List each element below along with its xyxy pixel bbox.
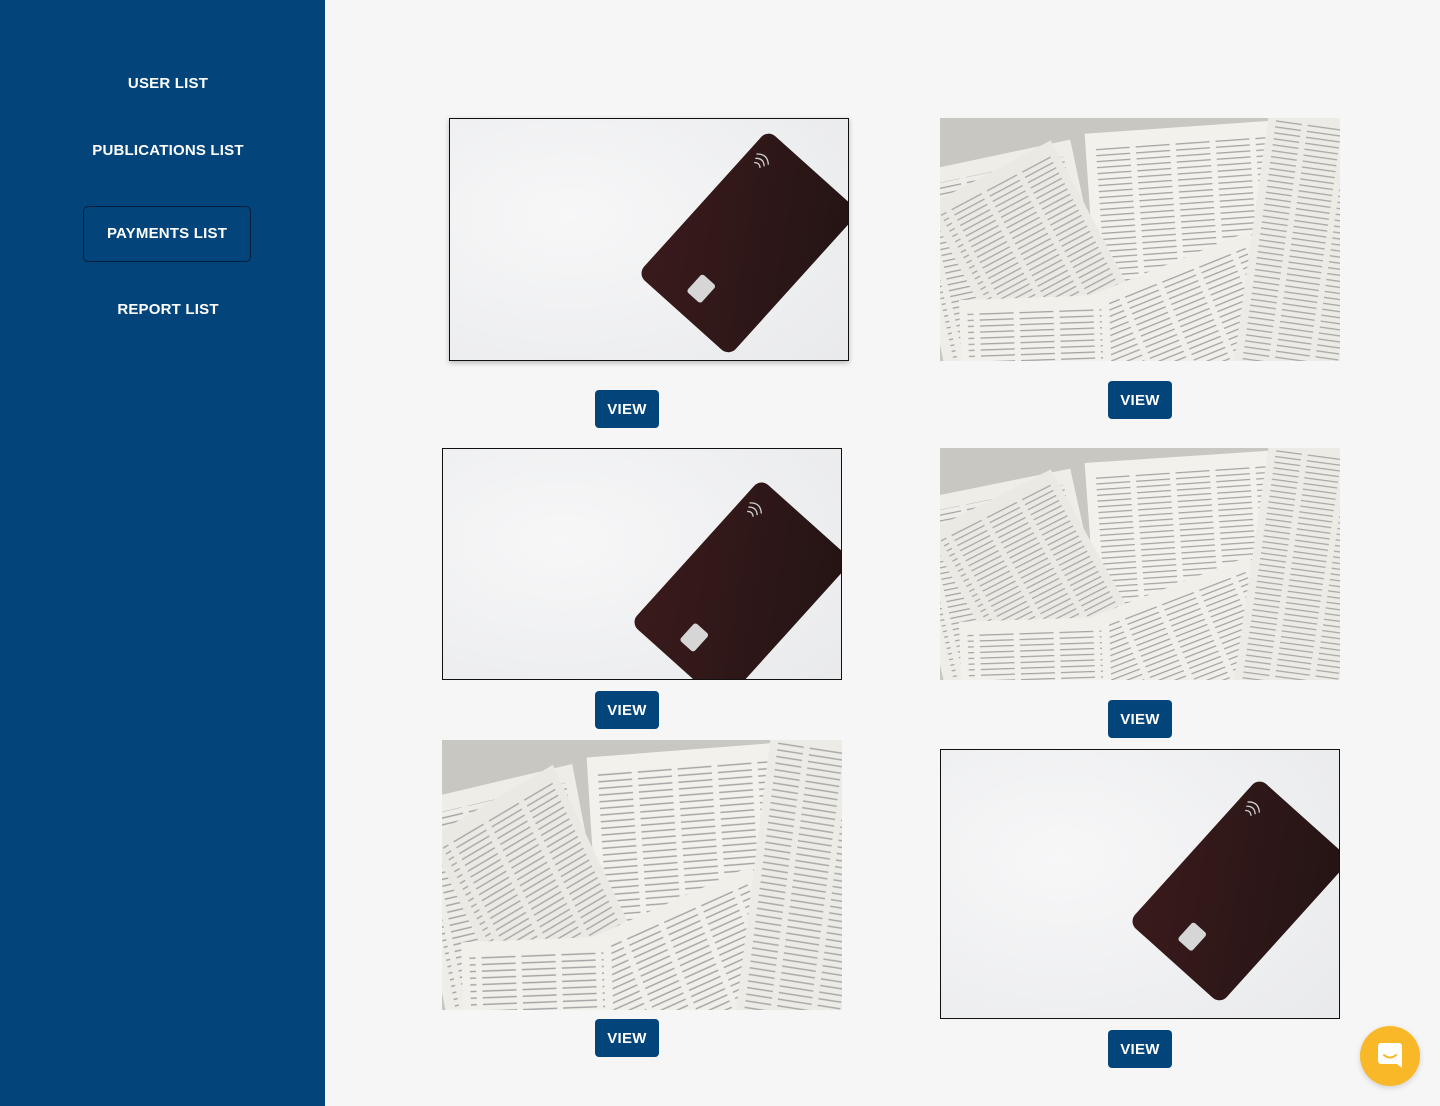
view-button[interactable]: VIEW: [1108, 700, 1172, 738]
credit-card-image: [442, 448, 842, 680]
credit-card-image: [940, 749, 1340, 1019]
sidebar-item-user-list[interactable]: USER LIST: [0, 75, 336, 92]
view-button[interactable]: VIEW: [1108, 1030, 1172, 1068]
sidebar: USER LIST PUBLICATIONS LIST PAYMENTS LIS…: [0, 0, 325, 1106]
sidebar-item-publications-list[interactable]: PUBLICATIONS LIST: [0, 142, 336, 159]
chat-icon: [1378, 1043, 1402, 1068]
book-pages-image: [940, 118, 1340, 361]
view-button[interactable]: VIEW: [595, 1019, 659, 1057]
view-button[interactable]: VIEW: [595, 691, 659, 729]
book-pages-image: [442, 740, 842, 1010]
view-button[interactable]: VIEW: [595, 390, 659, 428]
sidebar-item-report-list[interactable]: REPORT LIST: [0, 301, 336, 318]
sidebar-item-payments-list[interactable]: PAYMENTS LIST: [83, 206, 251, 262]
view-button[interactable]: VIEW: [1108, 381, 1172, 419]
credit-card-image: [449, 118, 849, 361]
chat-launcher-button[interactable]: [1360, 1026, 1420, 1086]
book-pages-image: [940, 448, 1340, 680]
